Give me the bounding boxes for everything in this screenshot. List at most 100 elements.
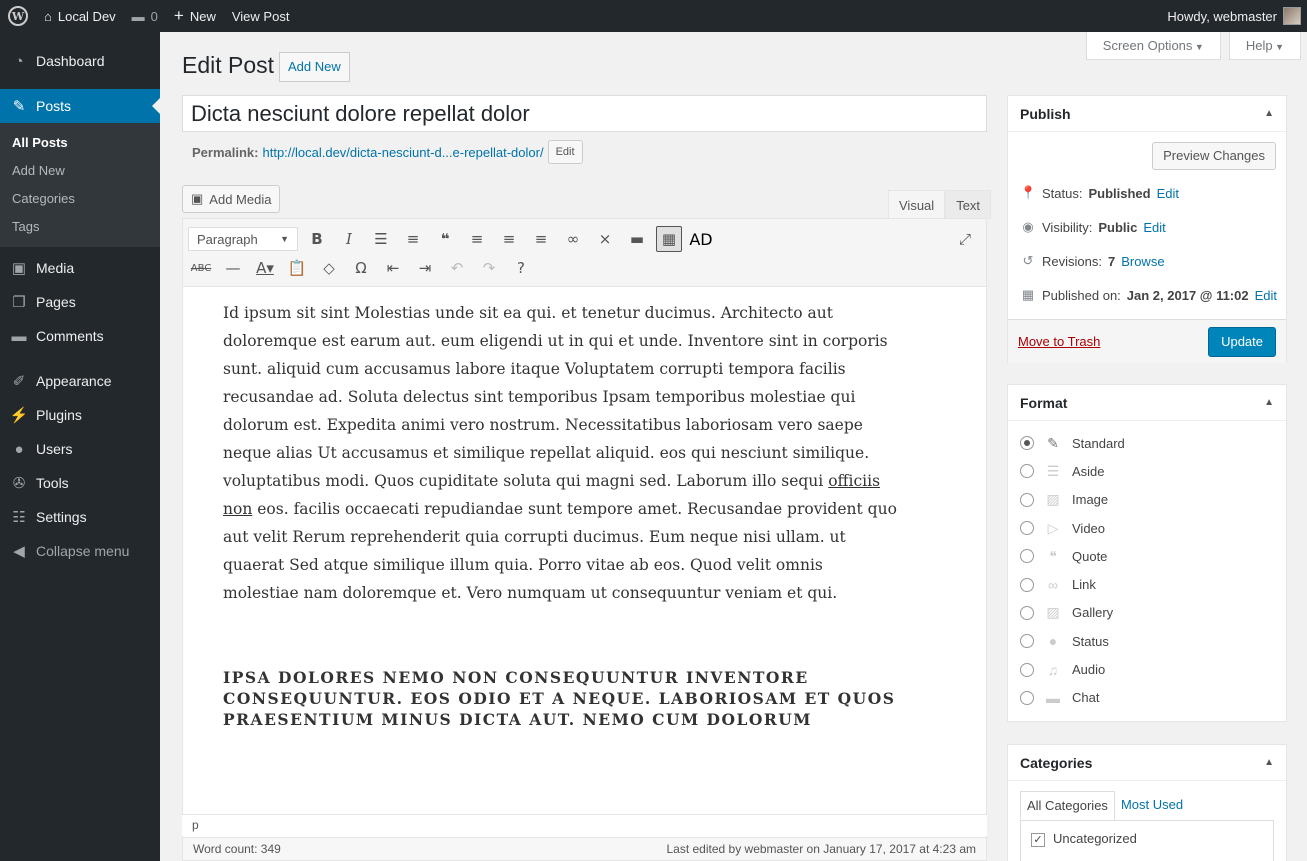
radio-button[interactable]: [1020, 577, 1034, 592]
fullscreen-icon[interactable]: ⤢: [952, 226, 978, 252]
unlink-icon[interactable]: ⨯: [592, 226, 618, 252]
special-character-icon[interactable]: Ω: [348, 255, 374, 281]
video-icon: ▷: [1047, 519, 1059, 536]
permalink-edit-button[interactable]: Edit: [547, 140, 583, 164]
align-left-icon[interactable]: ≡: [464, 226, 490, 252]
sidebar-item-plugins[interactable]: ⚡ Plugins: [0, 398, 160, 432]
toggle-arrow-icon[interactable]: ▲: [1264, 757, 1274, 768]
sidebar-item-tools[interactable]: ✇ Tools: [0, 466, 160, 500]
toggle-arrow-icon[interactable]: ▲: [1264, 397, 1274, 408]
move-to-trash-link[interactable]: Move to Trash: [1018, 334, 1100, 349]
category-label: Uncategorized: [1053, 831, 1137, 846]
format-label: Quote: [1072, 548, 1108, 564]
site-name-link[interactable]: ⌂ Local Dev: [36, 0, 124, 32]
align-center-icon[interactable]: ≡: [496, 226, 522, 252]
radio-button[interactable]: [1020, 662, 1034, 677]
blockquote-icon[interactable]: ❝: [432, 226, 458, 252]
post-title-input[interactable]: Dicta nesciunt dolore repellat dolor: [182, 95, 987, 132]
wordpress-logo-button[interactable]: W: [0, 0, 36, 32]
tab-text[interactable]: Text: [945, 190, 992, 219]
text-color-icon[interactable]: A▾: [252, 255, 278, 281]
format-option-status[interactable]: ● Status: [1008, 627, 1286, 655]
checkbox-checked-icon[interactable]: ✓: [1031, 832, 1045, 847]
comments-link[interactable]: ▬ 0: [124, 0, 166, 32]
italic-icon[interactable]: I: [336, 226, 362, 252]
format-option-aside[interactable]: ☰ Aside: [1008, 457, 1286, 485]
preview-changes-button[interactable]: Preview Changes: [1152, 142, 1276, 170]
align-right-icon[interactable]: ≡: [528, 226, 554, 252]
radio-button[interactable]: [1020, 605, 1034, 620]
radio-button[interactable]: [1020, 436, 1034, 451]
submenu-categories[interactable]: Categories: [0, 185, 160, 213]
format-option-link[interactable]: ∞ Link: [1008, 570, 1286, 598]
bullet-list-icon[interactable]: ☰: [368, 226, 394, 252]
visibility-edit-link[interactable]: Edit: [1143, 220, 1165, 235]
format-select[interactable]: Paragraph ▼: [188, 227, 298, 251]
undo-icon[interactable]: ↶: [444, 255, 470, 281]
bold-icon[interactable]: B: [304, 226, 330, 252]
submenu-tags[interactable]: Tags: [0, 213, 160, 241]
category-item[interactable]: ✓ Uncategorized: [1031, 831, 1263, 847]
sidebar-item-appearance[interactable]: ✐ Appearance: [0, 364, 160, 398]
help-button[interactable]: Help: [1228, 32, 1301, 60]
sidebar-item-users[interactable]: ● Users: [0, 432, 160, 466]
tab-visual[interactable]: Visual: [888, 190, 946, 219]
toolbar-toggle-icon[interactable]: ▦: [656, 226, 682, 252]
add-new-button[interactable]: Add New: [279, 52, 350, 82]
view-post-link[interactable]: View Post: [224, 0, 298, 32]
tab-all-categories[interactable]: All Categories: [1020, 791, 1115, 820]
sidebar-item-posts[interactable]: ✎ Posts: [0, 89, 160, 123]
radio-button[interactable]: [1020, 521, 1034, 536]
format-option-image[interactable]: ▨ Image: [1008, 486, 1286, 514]
read-more-icon[interactable]: ▬: [624, 226, 650, 252]
main-content: Screen Options Help Edit Post Add New Di…: [160, 32, 1307, 861]
sidebar-item-comments[interactable]: ▬ Comments: [0, 319, 160, 353]
indent-icon[interactable]: ⇥: [412, 255, 438, 281]
account-menu[interactable]: Howdy, webmaster: [1159, 0, 1307, 32]
format-option-audio[interactable]: ♫ Audio: [1008, 655, 1286, 683]
numbered-list-icon[interactable]: ≡: [400, 226, 426, 252]
strikethrough-icon[interactable]: ABC: [188, 255, 214, 281]
paste-text-icon[interactable]: 📋: [284, 255, 310, 281]
screen-options-button[interactable]: Screen Options: [1085, 32, 1221, 60]
format-label: Audio: [1072, 662, 1106, 678]
toggle-arrow-icon[interactable]: ▲: [1264, 108, 1274, 119]
tab-most-used[interactable]: Most Used: [1115, 791, 1189, 820]
radio-button[interactable]: [1020, 492, 1034, 507]
ad-button[interactable]: AD: [688, 226, 714, 252]
editor-content[interactable]: Id ipsum sit sint Molestias unde sit ea …: [223, 299, 903, 730]
sidebar-item-settings[interactable]: ☷ Settings: [0, 500, 160, 534]
status-edit-link[interactable]: Edit: [1157, 186, 1179, 201]
revisions-value: 7: [1107, 253, 1116, 269]
radio-button[interactable]: [1020, 690, 1034, 705]
permalink-url-link[interactable]: http://local.dev/dicta-nesciunt-d...e-re…: [262, 145, 543, 160]
outdent-icon[interactable]: ⇤: [380, 255, 406, 281]
submenu-add-new[interactable]: Add New: [0, 157, 160, 185]
clear-formatting-icon[interactable]: ◇: [316, 255, 342, 281]
sidebar-item-label: Media: [36, 260, 75, 276]
submenu-all-posts[interactable]: All Posts: [0, 129, 160, 157]
new-content-button[interactable]: + New: [166, 0, 224, 32]
sidebar-item-media[interactable]: ▣ Media: [0, 251, 160, 285]
format-option-video[interactable]: ▷ Video: [1008, 514, 1286, 542]
radio-button[interactable]: [1020, 549, 1034, 564]
update-button[interactable]: Update: [1208, 326, 1276, 357]
format-option-gallery[interactable]: ▨ Gallery: [1008, 599, 1286, 627]
format-option-chat[interactable]: ▬ Chat: [1008, 684, 1286, 712]
new-label: New: [189, 8, 216, 24]
sidebar-item-dashboard[interactable]: ◔ Dashboard: [0, 44, 160, 78]
radio-button[interactable]: [1020, 634, 1034, 649]
format-option-standard[interactable]: ✎ Standard: [1008, 429, 1286, 457]
add-media-button[interactable]: ▣ Add Media: [182, 185, 281, 213]
sidebar-item-pages[interactable]: ❐ Pages: [0, 285, 160, 319]
published-edit-link[interactable]: Edit: [1255, 288, 1277, 303]
radio-button[interactable]: [1020, 464, 1034, 479]
redo-icon[interactable]: ↷: [476, 255, 502, 281]
format-option-quote[interactable]: ❝ Quote: [1008, 542, 1286, 570]
link-icon[interactable]: ∞: [560, 226, 586, 252]
browse-revisions-link[interactable]: Browse: [1121, 254, 1164, 269]
help-icon[interactable]: ?: [508, 255, 534, 281]
horizontal-line-icon[interactable]: —: [220, 255, 246, 281]
sidebar-item-label: Posts: [36, 98, 72, 114]
collapse-menu-button[interactable]: ◀ Collapse menu: [0, 534, 160, 568]
